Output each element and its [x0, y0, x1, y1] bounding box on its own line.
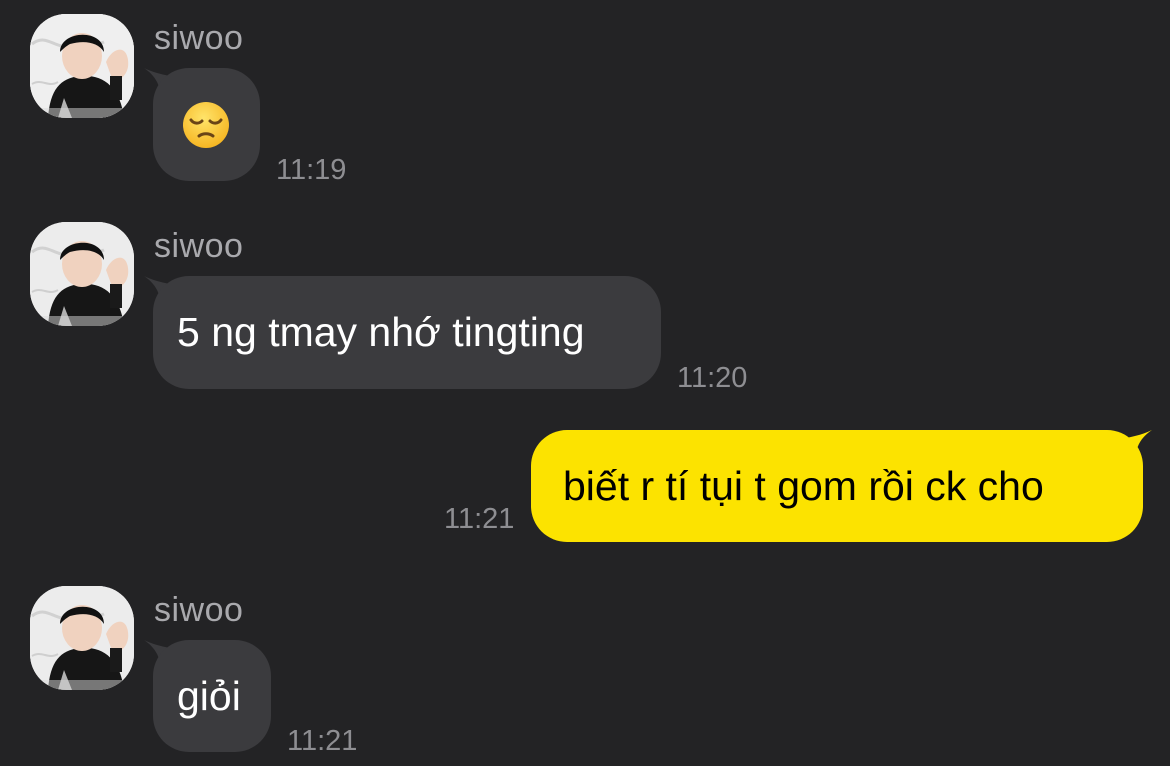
message-timestamp: 11:21: [287, 725, 358, 757]
sender-name: siwoo: [154, 591, 244, 629]
message-bubble-outgoing[interactable]: biết r tí tụi t gom rồi ck cho: [531, 430, 1143, 542]
message-timestamp: 11:20: [677, 362, 748, 394]
sender-name: siwoo: [154, 227, 244, 265]
avatar[interactable]: [30, 222, 134, 326]
avatar[interactable]: [30, 14, 134, 118]
avatar-photo: [30, 222, 134, 326]
avatar-photo: [30, 586, 134, 690]
message-bubble-incoming[interactable]: 5 ng tmay nhớ tingting: [153, 276, 661, 389]
message-bubble-incoming[interactable]: [153, 68, 260, 181]
message-timestamp: 11:21: [444, 503, 515, 535]
sender-name: siwoo: [154, 19, 244, 57]
message-timestamp: 11:19: [276, 154, 347, 186]
message-bubble-incoming[interactable]: giỏi: [153, 640, 271, 752]
avatar[interactable]: [30, 586, 134, 690]
pensive-face-icon: [180, 99, 232, 151]
avatar-photo: [30, 14, 134, 118]
